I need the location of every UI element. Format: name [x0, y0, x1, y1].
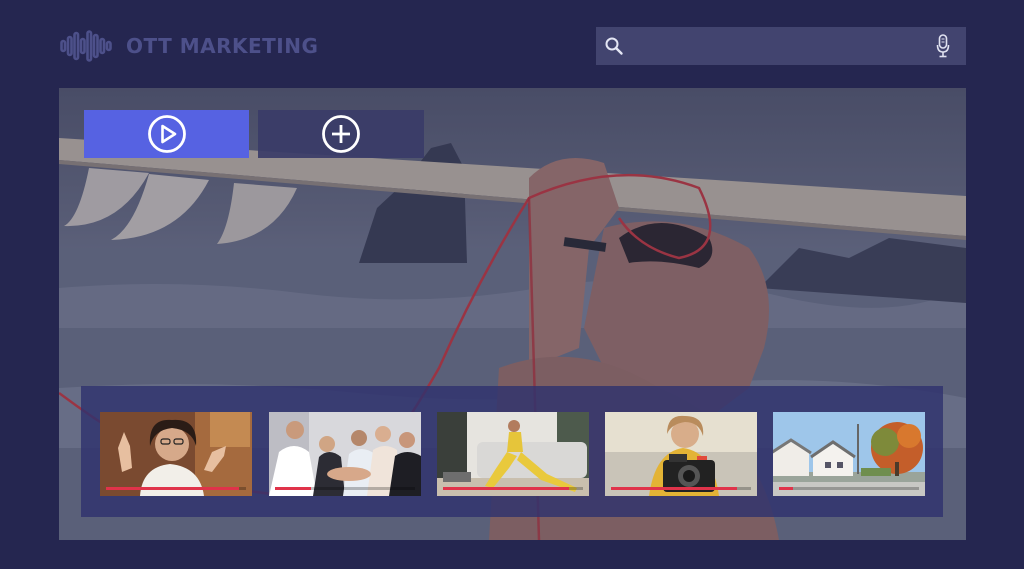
thumbnail-camera-photographer[interactable] [605, 412, 757, 496]
content-rail [81, 386, 943, 517]
watch-progress [106, 487, 246, 490]
thumbnail-fitness-lunge[interactable] [437, 412, 589, 496]
thumbnail-image [605, 412, 757, 496]
soundwave-logo-icon [60, 30, 112, 62]
thumbnail-image [773, 412, 925, 496]
top-header: OTT MARKETING [0, 0, 1024, 88]
thumbnail-video-call-woman[interactable] [100, 412, 252, 496]
thumbnail-suburban-houses[interactable] [773, 412, 925, 496]
microphone-icon[interactable] [936, 34, 950, 58]
watch-progress [275, 487, 415, 490]
thumbnail-team-hands[interactable] [269, 412, 421, 496]
search-input[interactable] [624, 27, 936, 65]
brand-name: OTT MARKETING [126, 34, 319, 58]
search-bar[interactable] [596, 27, 966, 65]
play-circle-icon [147, 115, 186, 153]
play-button[interactable] [84, 110, 249, 158]
plus-circle-icon [322, 115, 360, 153]
add-to-list-button[interactable] [258, 110, 424, 158]
thumbnail-image [269, 412, 421, 496]
watch-progress [443, 487, 583, 490]
thumbnail-image [437, 412, 589, 496]
watch-progress [611, 487, 751, 490]
thumbnail-image [100, 412, 252, 496]
search-icon[interactable] [604, 36, 624, 56]
brand-logo[interactable]: OTT MARKETING [60, 30, 318, 62]
watch-progress [779, 487, 919, 490]
